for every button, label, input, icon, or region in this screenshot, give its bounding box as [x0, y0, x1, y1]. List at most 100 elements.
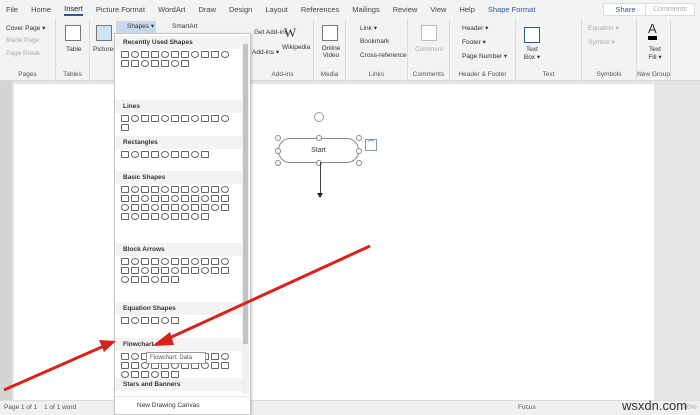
- shape-icon[interactable]: [201, 213, 209, 220]
- word-count[interactable]: 1 of 1 word: [44, 404, 76, 411]
- shape-icon[interactable]: [191, 204, 199, 211]
- shape-icon[interactable]: [181, 60, 189, 67]
- shape-icon[interactable]: [121, 258, 129, 265]
- shape-icon[interactable]: [121, 195, 129, 202]
- symbol-button[interactable]: Symbol ▾: [588, 38, 615, 46]
- text-fill-button[interactable]: Text Fill ▾: [646, 46, 664, 61]
- shape-icon[interactable]: [151, 267, 159, 274]
- shape-icon[interactable]: [121, 267, 129, 274]
- shape-icon[interactable]: [141, 115, 149, 122]
- shape-icon[interactable]: [211, 353, 219, 360]
- shape-icon[interactable]: [181, 186, 189, 193]
- tab-help[interactable]: Help: [459, 5, 474, 14]
- shape-icon[interactable]: [121, 317, 129, 324]
- table-button[interactable]: Table: [66, 46, 82, 53]
- shape-icon[interactable]: [221, 51, 229, 58]
- shape-icon[interactable]: [141, 317, 149, 324]
- shape-icon[interactable]: [211, 362, 219, 369]
- shape-icon[interactable]: [161, 258, 169, 265]
- tab-design[interactable]: Design: [229, 5, 252, 14]
- shape-icon[interactable]: [171, 276, 179, 283]
- shape-icon[interactable]: [181, 258, 189, 265]
- shape-icon[interactable]: [221, 115, 229, 122]
- page-number-button[interactable]: Page Number ▾: [462, 52, 507, 60]
- shape-icon[interactable]: [141, 371, 149, 378]
- shape-icon[interactable]: [121, 124, 129, 131]
- shape-icon[interactable]: [201, 115, 209, 122]
- pictures-button[interactable]: Pictures: [93, 46, 116, 53]
- shape-icon[interactable]: [181, 51, 189, 58]
- resize-handle[interactable]: [275, 135, 281, 141]
- shape-icon[interactable]: [201, 204, 209, 211]
- shape-icon[interactable]: [131, 60, 139, 67]
- shape-icon[interactable]: [151, 371, 159, 378]
- shape-icon[interactable]: [151, 276, 159, 283]
- smartart-button[interactable]: SmartArt: [172, 23, 198, 30]
- shape-icon[interactable]: [141, 151, 149, 158]
- shape-icon[interactable]: [211, 267, 219, 274]
- shape-icon[interactable]: [131, 276, 139, 283]
- equation-button[interactable]: Equation ▾: [588, 24, 619, 32]
- shape-icon[interactable]: [211, 51, 219, 58]
- document-page[interactable]: [14, 84, 654, 400]
- my-addins-button[interactable]: Add-ins ▾: [252, 48, 279, 56]
- shape-icon[interactable]: [171, 371, 179, 378]
- tab-review[interactable]: Review: [393, 5, 418, 14]
- shape-icon[interactable]: [121, 204, 129, 211]
- shape-icon[interactable]: [171, 213, 179, 220]
- tab-picture-format[interactable]: Picture Format: [96, 5, 145, 14]
- shape-icon[interactable]: [131, 115, 139, 122]
- tab-references[interactable]: References: [301, 5, 339, 14]
- shape-icon[interactable]: [211, 195, 219, 202]
- shape-icon[interactable]: [221, 186, 229, 193]
- shape-icon[interactable]: [211, 204, 219, 211]
- shape-icon[interactable]: [141, 258, 149, 265]
- shape-icon[interactable]: [131, 213, 139, 220]
- shape-icon[interactable]: [181, 204, 189, 211]
- shape-icon[interactable]: [151, 258, 159, 265]
- shape-icon[interactable]: [201, 186, 209, 193]
- cross-reference-button[interactable]: Cross-reference: [360, 52, 407, 59]
- shape-icon[interactable]: [161, 51, 169, 58]
- blank-page-button[interactable]: Blank Page: [6, 37, 39, 44]
- shape-icon[interactable]: [131, 186, 139, 193]
- shape-icon[interactable]: [131, 362, 139, 369]
- resize-handle[interactable]: [275, 148, 281, 154]
- bookmark-button[interactable]: Bookmark: [360, 38, 389, 45]
- shape-icon[interactable]: [171, 60, 179, 67]
- shape-icon[interactable]: [141, 60, 149, 67]
- header-button[interactable]: Header ▾: [462, 24, 488, 32]
- shape-icon[interactable]: [121, 60, 129, 67]
- shape-icon[interactable]: [161, 204, 169, 211]
- shape-icon[interactable]: [131, 267, 139, 274]
- shape-icon[interactable]: [191, 186, 199, 193]
- shape-icon[interactable]: [201, 195, 209, 202]
- tab-view[interactable]: View: [430, 5, 446, 14]
- comment-button[interactable]: Comment: [415, 46, 443, 53]
- shape-icon[interactable]: [211, 258, 219, 265]
- online-video-button[interactable]: Online Video: [318, 45, 344, 59]
- tab-mailings[interactable]: Mailings: [352, 5, 380, 14]
- tab-shape-format[interactable]: Shape Format: [488, 5, 536, 14]
- shape-icon[interactable]: [161, 317, 169, 324]
- shape-icon[interactable]: [171, 267, 179, 274]
- shape-icon[interactable]: [121, 213, 129, 220]
- comments-button[interactable]: Comments: [645, 3, 695, 16]
- shape-icon[interactable]: [171, 195, 179, 202]
- tab-draw[interactable]: Draw: [198, 5, 216, 14]
- shape-icon[interactable]: [161, 195, 169, 202]
- shape-icon[interactable]: [201, 258, 209, 265]
- rotate-handle-icon[interactable]: [314, 112, 324, 122]
- shape-icon[interactable]: [151, 115, 159, 122]
- resize-handle[interactable]: [356, 148, 362, 154]
- shape-icon[interactable]: [151, 213, 159, 220]
- resize-handle[interactable]: [316, 160, 322, 166]
- shape-icon[interactable]: [161, 60, 169, 67]
- shape-icon[interactable]: [211, 115, 219, 122]
- wikipedia-button[interactable]: Wikipedia: [282, 44, 310, 51]
- shape-icon[interactable]: [121, 115, 129, 122]
- tab-wordart[interactable]: WordArt: [158, 5, 185, 14]
- shape-icon[interactable]: [161, 213, 169, 220]
- shape-icon[interactable]: [171, 186, 179, 193]
- shape-icon[interactable]: [201, 267, 209, 274]
